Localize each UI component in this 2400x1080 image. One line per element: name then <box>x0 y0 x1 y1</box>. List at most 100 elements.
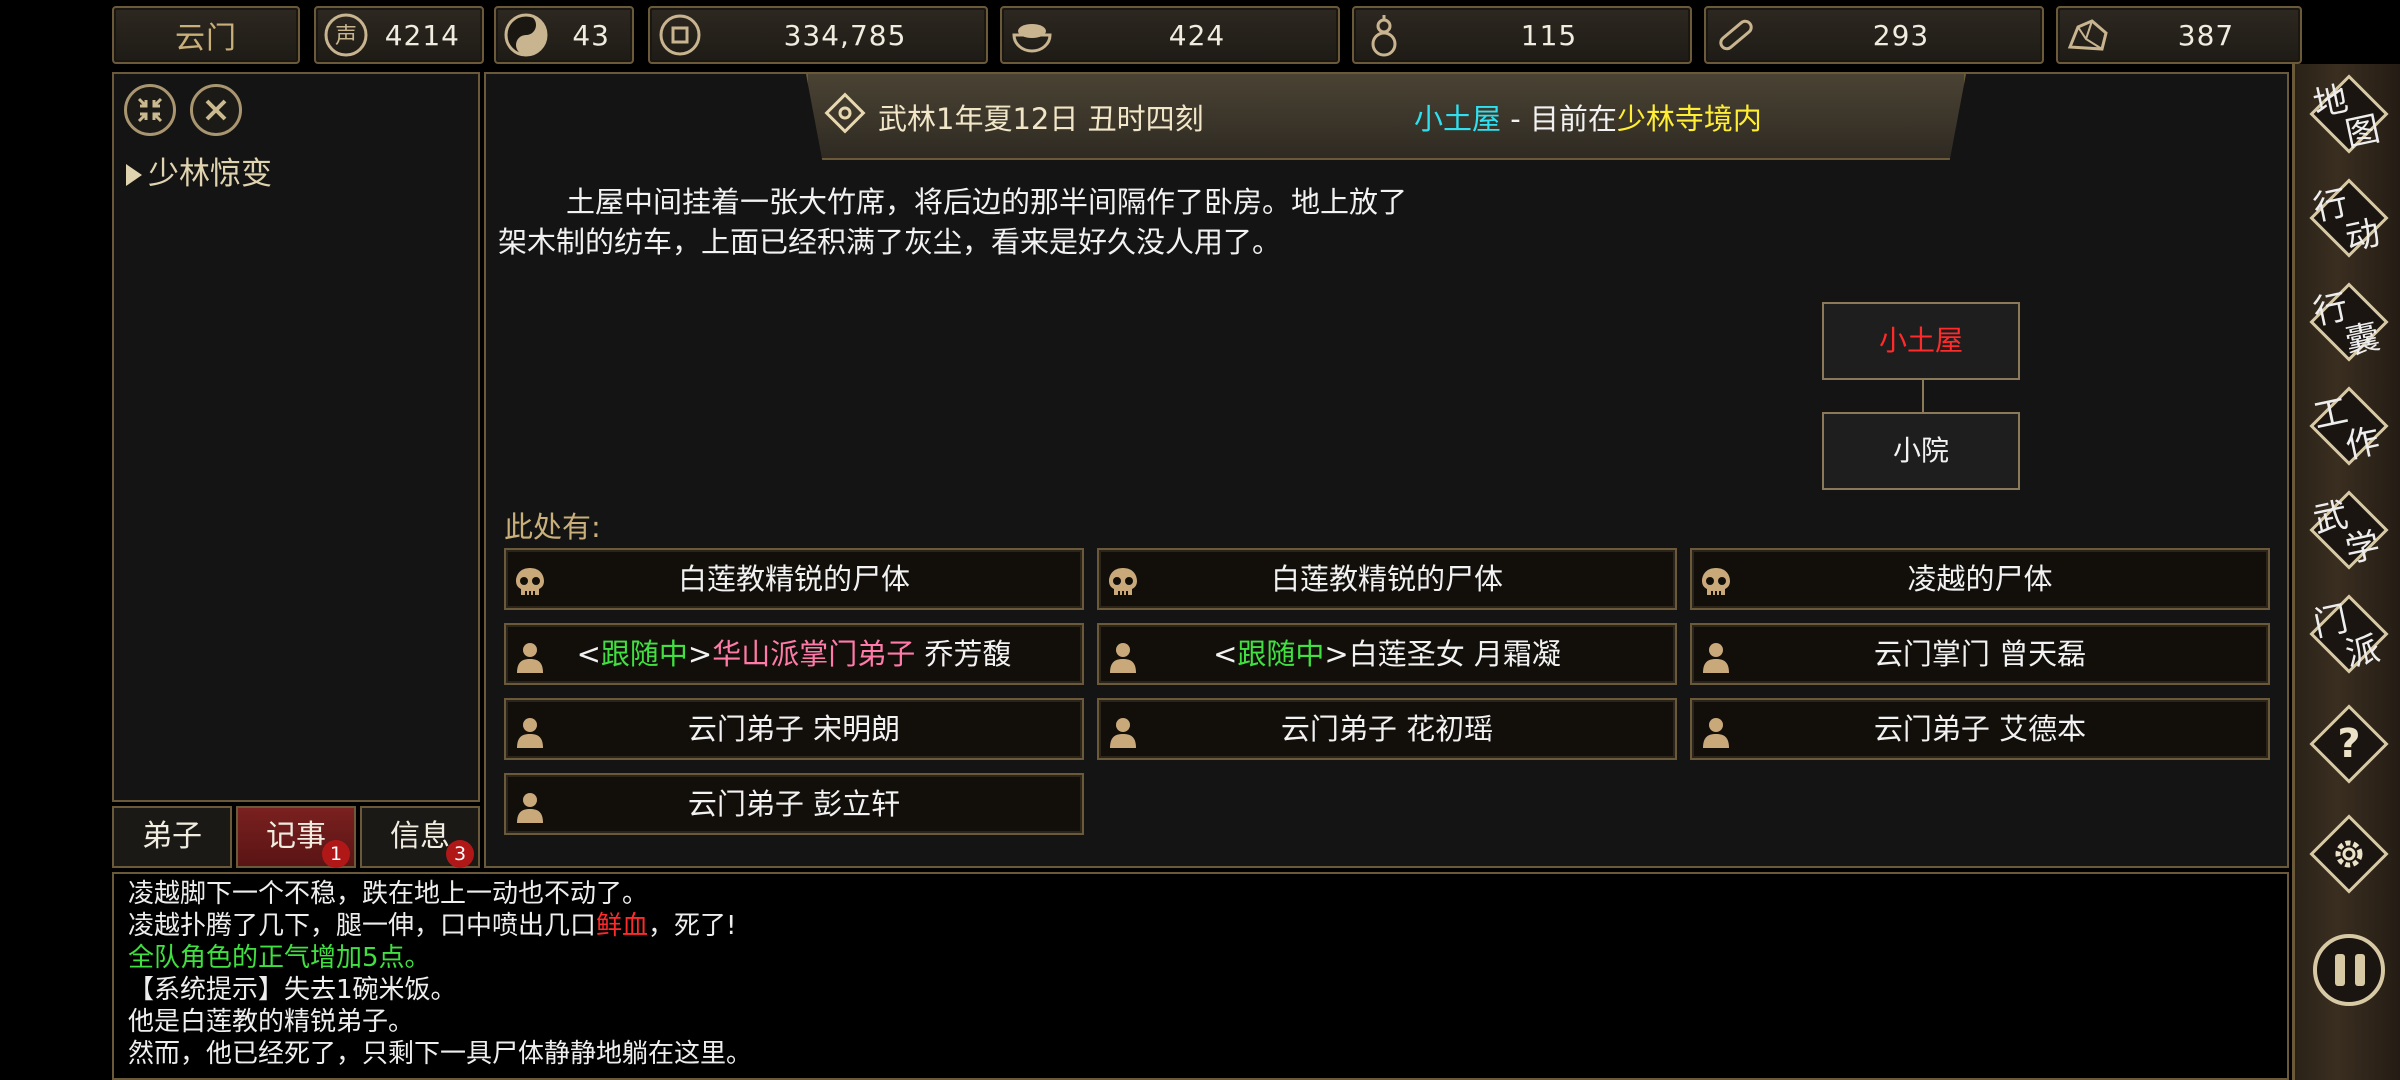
room-description-line: 架木制的纺车，上面已经积满了灰尘，看来是好久没人用了。 <box>498 225 1282 259</box>
log-line: 【系统提示】失去1碗米饭。 <box>128 975 457 1005</box>
entity-npc[interactable]: 云门弟子 艾德本 <box>1690 698 2270 760</box>
quest-item[interactable]: 少林惊变 <box>126 148 272 193</box>
message-log[interactable]: 凌越脚下一个不稳，跌在地上一动也不动了。 凌越扑腾了几下，腿一伸，口中喷出几口鲜… <box>112 872 2289 1080</box>
messages-badge: 3 <box>446 840 474 868</box>
person-icon <box>1105 637 1141 695</box>
entity-npc[interactable]: 云门掌门 曾天磊 <box>1690 623 2270 685</box>
food-counter[interactable]: 424 <box>1000 6 1340 64</box>
minimap-connector <box>1922 380 1924 414</box>
skull-icon <box>512 562 548 620</box>
bracket-open: < <box>576 637 601 671</box>
ore-icon <box>2064 11 2112 59</box>
person-icon <box>512 787 548 845</box>
tab-disciples-label: 弟子 <box>142 819 202 854</box>
sect-name-button[interactable]: 云门 <box>112 6 300 64</box>
tab-disciples[interactable]: 弟子 <box>112 806 232 868</box>
person-icon <box>512 637 548 695</box>
log-icon <box>1712 11 1760 59</box>
entity-label: 云门弟子 花初瑶 <box>1280 712 1494 746</box>
log-line: 他是白莲教的精锐弟子。 <box>128 1007 415 1037</box>
sect-name: 云门 <box>175 21 237 56</box>
reputation-counter[interactable]: 声 4214 <box>314 6 484 64</box>
game-datetime: 武林1年夏12日 丑时四刻 <box>878 102 1204 136</box>
entity-npc[interactable]: <跟随中>华山派掌门弟子 乔芳馥 <box>504 623 1084 685</box>
collapse-all-button[interactable] <box>124 84 176 136</box>
person-icon <box>1105 712 1141 770</box>
close-all-button[interactable] <box>190 84 242 136</box>
pause-button[interactable] <box>2313 934 2385 1006</box>
bracket-close: > <box>687 637 713 671</box>
here-label: 此处有: <box>504 510 601 544</box>
yinyang-counter[interactable]: 43 <box>494 6 634 64</box>
entity-label: 凌越的尸体 <box>1907 562 2053 596</box>
person-icon <box>1698 637 1734 695</box>
person-icon <box>512 712 548 770</box>
menu-action-button[interactable]: 行 动 <box>2309 178 2389 259</box>
person-icon <box>1698 712 1734 770</box>
following-tag: 跟随中 <box>600 637 688 671</box>
stone-value: 387 <box>2177 18 2235 52</box>
entity-label: 白莲教精锐的尸体 <box>1270 562 1503 596</box>
log-highlight: 鲜血 <box>596 911 649 941</box>
tab-messages[interactable]: 信息 3 <box>360 806 480 868</box>
svg-text:声: 声 <box>335 24 357 49</box>
minimap-room-south[interactable]: 小院 <box>1822 412 2020 490</box>
following-tag: 跟随中 <box>1237 637 1325 671</box>
minimap-current-room[interactable]: 小土屋 <box>1822 302 2020 380</box>
location-separator: - 目前在 <box>1501 102 1617 136</box>
log-line: 全队角色的正气增加5点。 <box>128 943 431 973</box>
coin-icon <box>656 11 704 59</box>
entity-label: 云门掌门 曾天磊 <box>1873 637 2087 671</box>
menu-sect-button[interactable]: 门 派 <box>2309 594 2389 675</box>
log-line: 凌越扑腾了几下，腿一伸，口中喷出几口鲜血，死了! <box>128 910 2273 942</box>
entity-npc[interactable]: <跟随中>白莲圣女 月霜凝 <box>1097 623 1677 685</box>
money-counter[interactable]: 334,785 <box>648 6 988 64</box>
current-region: 少林寺境内 <box>1616 102 1762 136</box>
reputation-icon: 声 <box>322 11 370 59</box>
entity-npc[interactable]: 云门弟子 花初瑶 <box>1097 698 1677 760</box>
location-banner: 武林1年夏12日 丑时四刻 小土屋 - 目前在少林寺境内 <box>806 74 1966 160</box>
entity-corpse[interactable]: 白莲教精锐的尸体 <box>504 548 1084 610</box>
npc-name: 白莲圣女 月霜凝 <box>1348 637 1561 671</box>
gear-icon <box>2335 840 2363 868</box>
entity-npc[interactable]: 云门弟子 宋明朗 <box>504 698 1084 760</box>
tab-journal[interactable]: 记事 1 <box>236 806 356 868</box>
current-location: 小土屋 <box>1414 102 1502 136</box>
resource-bar: 云门 声 4214 43 334,785 424 115 293 387 <box>112 6 2302 64</box>
medicine-value: 115 <box>1520 18 1578 52</box>
main-menu: 地 图 行 动 行 囊 工 作 武 学 门 派 ? <box>2292 64 2400 1080</box>
log-text: 凌越扑腾了几下，腿一伸，口中喷出几口 <box>128 911 597 941</box>
room-description: 土屋中间挂着一张大竹席，将后边的那半间隔作了卧房。地上放了 架木制的纺车，上面已… <box>498 182 1698 262</box>
entity-label: <跟随中>白莲圣女 月霜凝 <box>1213 637 1561 671</box>
bracket-close: > <box>1324 637 1349 671</box>
npc-name: 乔芳馥 <box>915 637 1012 671</box>
entity-label: 云门弟子 彭立轩 <box>687 787 901 821</box>
yinyang-value: 43 <box>572 18 610 52</box>
help-button[interactable]: ? <box>2309 704 2389 784</box>
journal-badge: 1 <box>322 840 350 868</box>
menu-work-button[interactable]: 工 作 <box>2309 386 2389 467</box>
entity-corpse[interactable]: 凌越的尸体 <box>1690 548 2270 610</box>
entity-npc[interactable]: 云门弟子 彭立轩 <box>504 773 1084 835</box>
menu-map-button[interactable]: 地 图 <box>2309 74 2389 155</box>
menu-bag-button[interactable]: 行 囊 <box>2309 282 2389 363</box>
quest-panel: 少林惊变 <box>112 72 480 802</box>
money-value: 334,785 <box>783 18 907 52</box>
pause-icon <box>2355 954 2365 986</box>
stone-counter[interactable]: 387 <box>2056 6 2302 64</box>
medicine-counter[interactable]: 115 <box>1352 6 1692 64</box>
entity-label: <跟随中>华山派掌门弟子 乔芳馥 <box>577 637 1012 671</box>
log-line: 然而，他已经死了，只剩下一具尸体静静地躺在这里。 <box>128 1039 753 1069</box>
pause-icon <box>2335 954 2345 986</box>
bracket-open: < <box>1213 637 1238 671</box>
entity-corpse[interactable]: 白莲教精锐的尸体 <box>1097 548 1677 610</box>
close-icon <box>205 99 227 121</box>
yinyang-icon <box>502 11 550 59</box>
wood-counter[interactable]: 293 <box>1704 6 2044 64</box>
entity-label: 云门弟子 宋明朗 <box>687 712 901 746</box>
menu-martial-button[interactable]: 武 学 <box>2309 490 2389 571</box>
help-icon: ? <box>2337 721 2361 767</box>
entity-label: 白莲教精锐的尸体 <box>677 562 910 596</box>
faction-tag: 华山派掌门弟子 <box>712 637 916 671</box>
settings-button[interactable] <box>2309 814 2389 894</box>
